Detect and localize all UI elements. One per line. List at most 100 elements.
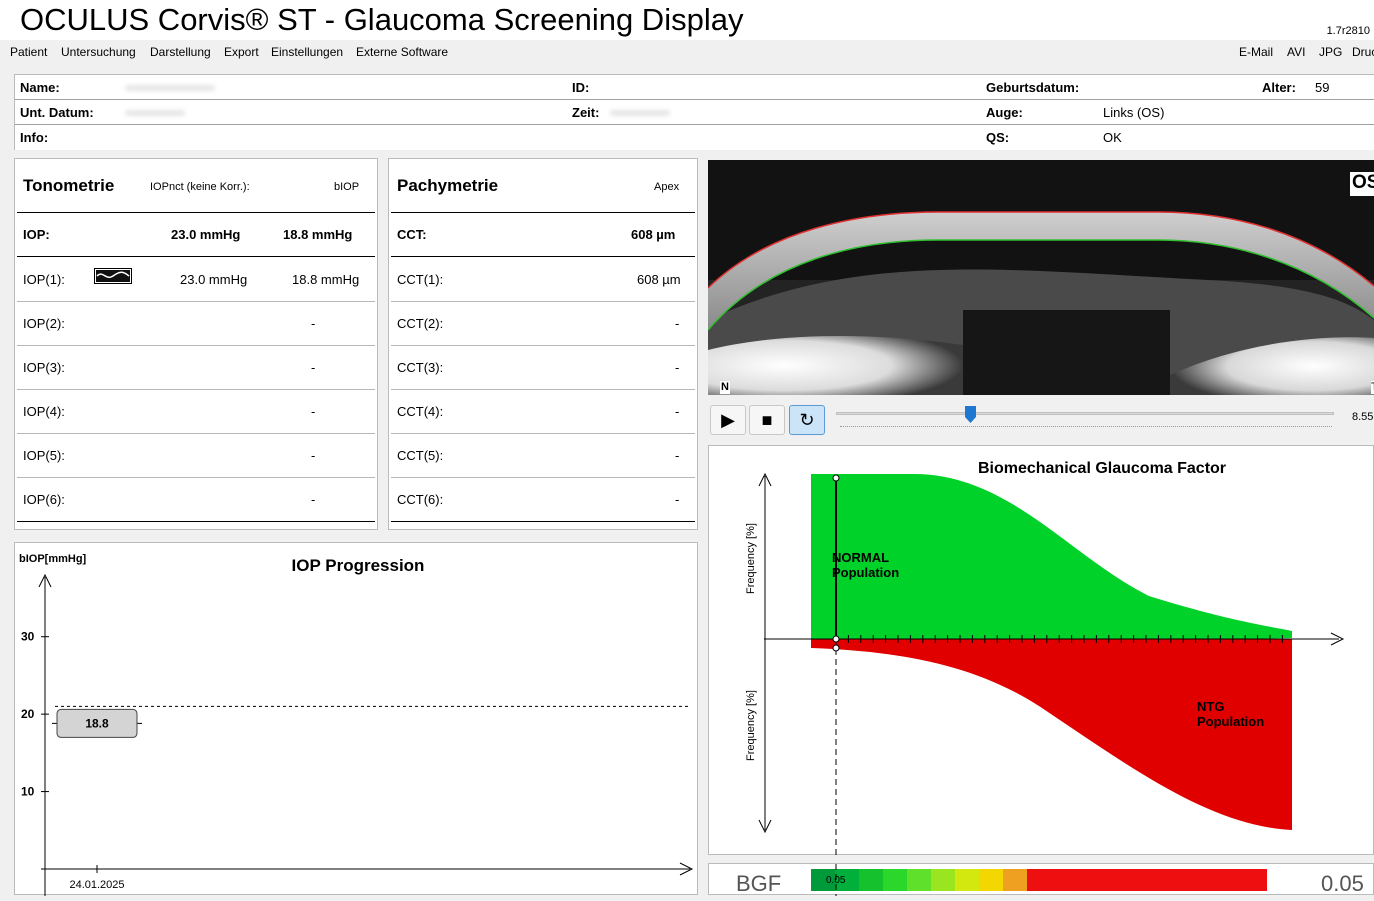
scheimpflug-image[interactable]: OS N T xyxy=(708,160,1374,395)
biop-column-header: bIOP xyxy=(334,181,360,193)
table-row[interactable]: IOP(3): - xyxy=(17,346,375,390)
bgf-scale-segment xyxy=(1219,869,1267,891)
bgf-bar-panel: BGF 0.05 0.05 xyxy=(708,863,1374,896)
ntg-population-area xyxy=(811,639,1292,830)
table-row[interactable]: CCT(1): 608 µm xyxy=(391,258,695,302)
marker-dot-ntg xyxy=(832,644,840,652)
table-row[interactable]: CCT(3): - xyxy=(391,346,695,390)
biop-value: 18.8 mmHg xyxy=(292,272,360,287)
time-redacted xyxy=(610,110,670,116)
table-row[interactable]: IOP(5): - xyxy=(17,434,375,478)
bgf-chart: Biomechanical Glaucoma Factor Frequency … xyxy=(745,460,1345,856)
table-row[interactable]: IOP(4): - xyxy=(17,390,375,434)
iop-value: 23.0 mmHg xyxy=(180,272,248,287)
row-label: IOP(3): xyxy=(23,360,65,375)
row-label: IOP(6): xyxy=(23,492,65,507)
table-row[interactable]: CCT(6): - xyxy=(391,478,695,522)
play-button[interactable]: ▶ xyxy=(710,405,746,435)
biop-value: - xyxy=(311,448,316,463)
biop-value: - xyxy=(311,492,316,507)
pachymetry-title: Pachymetrie xyxy=(397,176,499,195)
iop-label: IOP: xyxy=(23,227,50,242)
bgf-panel: Biomechanical Glaucoma Factor Frequency … xyxy=(708,445,1374,856)
row-label: CCT(4): xyxy=(397,404,444,419)
version-label: 1.7r2810 xyxy=(1326,25,1370,37)
iop-progression-panel: IOP Progression bIOP[mmHg] 30 20 10 18.8 24… xyxy=(14,542,698,896)
menu-externe-software[interactable]: Externe Software xyxy=(356,45,448,59)
bgf-scale-segment xyxy=(1171,869,1219,891)
time-readout: 8.55 xyxy=(1352,411,1374,423)
table-row[interactable]: CCT(2): - xyxy=(391,302,695,346)
marker-dot-top xyxy=(832,474,840,482)
title-bar: OCULUS Corvis® ST - Glaucoma Screening D… xyxy=(0,0,1374,40)
stop-icon: ■ xyxy=(761,410,773,430)
loop-button[interactable]: ↻ xyxy=(789,405,825,435)
export-jpg-button[interactable]: JPG xyxy=(1319,45,1342,59)
bgf-label: BGF xyxy=(736,871,781,896)
table-row[interactable]: IOP(2): - xyxy=(17,302,375,346)
name-value-redacted xyxy=(125,85,215,91)
bgf-scale-segment xyxy=(1027,869,1075,891)
y-axis-label: bIOP[mmHg] xyxy=(19,553,87,565)
row-label: CCT(1): xyxy=(397,272,444,287)
table-row[interactable]: IOP(1): 23.0 mmHg 18.8 mmHg xyxy=(17,258,375,302)
info-row-info: Info: QS: OK xyxy=(15,125,1374,150)
playback-controls: ▶ ■ ↻ 8.55 xyxy=(708,400,1374,440)
time-slider[interactable] xyxy=(836,412,1334,415)
bgf-scale-segment xyxy=(1123,869,1171,891)
menu-einstellungen[interactable]: Einstellungen xyxy=(271,45,343,59)
exam-date-redacted xyxy=(125,110,185,116)
stop-button[interactable]: ■ xyxy=(749,405,785,435)
export-email-button[interactable]: E-Mail xyxy=(1239,45,1273,59)
cct-value: - xyxy=(675,360,680,375)
pachymetry-header: Pachymetrie Apex xyxy=(391,159,695,213)
eye-label: Auge: xyxy=(986,105,1023,120)
menu-untersuchung[interactable]: Untersuchung xyxy=(61,45,136,59)
ntg-label-1: NTG xyxy=(1197,699,1224,714)
menu-export[interactable]: Export xyxy=(224,45,259,59)
bgf-scale-segment xyxy=(907,869,931,891)
export-avi-button[interactable]: AVI xyxy=(1287,45,1305,59)
apex-column-header: Apex xyxy=(654,181,680,193)
iop-value: 23.0 mmHg xyxy=(171,227,241,242)
row-label: IOP(2): xyxy=(23,316,65,331)
age-label: Alter: xyxy=(1262,80,1296,95)
row-label: IOP(5): xyxy=(23,448,65,463)
slider-thumb[interactable] xyxy=(965,406,977,423)
cct-summary-row: CCT: 608 µm xyxy=(391,213,695,257)
iopnct-column-header: IOPnct (keine Korr.): xyxy=(150,181,250,193)
cct-value: - xyxy=(675,448,680,463)
print-button[interactable]: Druc xyxy=(1352,45,1374,59)
menu-patient[interactable]: Patient xyxy=(10,45,47,59)
ntg-label-2: Population xyxy=(1197,714,1264,729)
table-row[interactable]: CCT(4): - xyxy=(391,390,695,434)
cct-label: CCT: xyxy=(397,227,427,242)
eye-value: Links (OS) xyxy=(1103,105,1165,120)
y-tick-label: 10 xyxy=(21,785,35,799)
table-row[interactable]: IOP(6): - xyxy=(17,478,375,522)
pachymetry-panel: Pachymetrie Apex CCT: 608 µm CCT(1): 608… xyxy=(388,158,698,530)
y-tick-label: 20 xyxy=(21,707,35,721)
table-row[interactable]: CCT(5): - xyxy=(391,434,695,478)
waveform-icon[interactable] xyxy=(94,268,132,289)
eye-indicator-os: OS xyxy=(1350,172,1374,196)
tonometry-title: Tonometrie xyxy=(23,176,115,195)
y-tick-label: 30 xyxy=(21,630,35,644)
exam-date-label: Unt. Datum: xyxy=(20,105,94,120)
marker-dot-axis xyxy=(832,635,840,643)
row-label: CCT(5): xyxy=(397,448,444,463)
tonometry-header: Tonometrie IOPnct (keine Korr.): bIOP xyxy=(17,159,375,213)
patient-info-panel: Name: ID: Geburtsdatum: Alter: 59 Unt. D… xyxy=(14,74,1374,150)
app-title: OCULUS Corvis® ST - Glaucoma Screening D… xyxy=(20,2,744,37)
row-label: CCT(3): xyxy=(397,360,444,375)
cct-value: 608 µm xyxy=(631,227,676,242)
birthdate-label: Geburtsdatum: xyxy=(986,80,1080,95)
slider-ticks xyxy=(840,426,1332,429)
normal-label-2: Population xyxy=(832,565,899,580)
nasal-marker: N xyxy=(720,381,730,394)
iop-progression-chart: IOP Progression bIOP[mmHg] 30 20 10 18.8 24… xyxy=(19,553,694,896)
qs-value: OK xyxy=(1103,130,1122,145)
menu-darstellung[interactable]: Darstellung xyxy=(150,45,211,59)
id-label: ID: xyxy=(572,80,590,95)
row-label: IOP(1): xyxy=(23,272,65,287)
